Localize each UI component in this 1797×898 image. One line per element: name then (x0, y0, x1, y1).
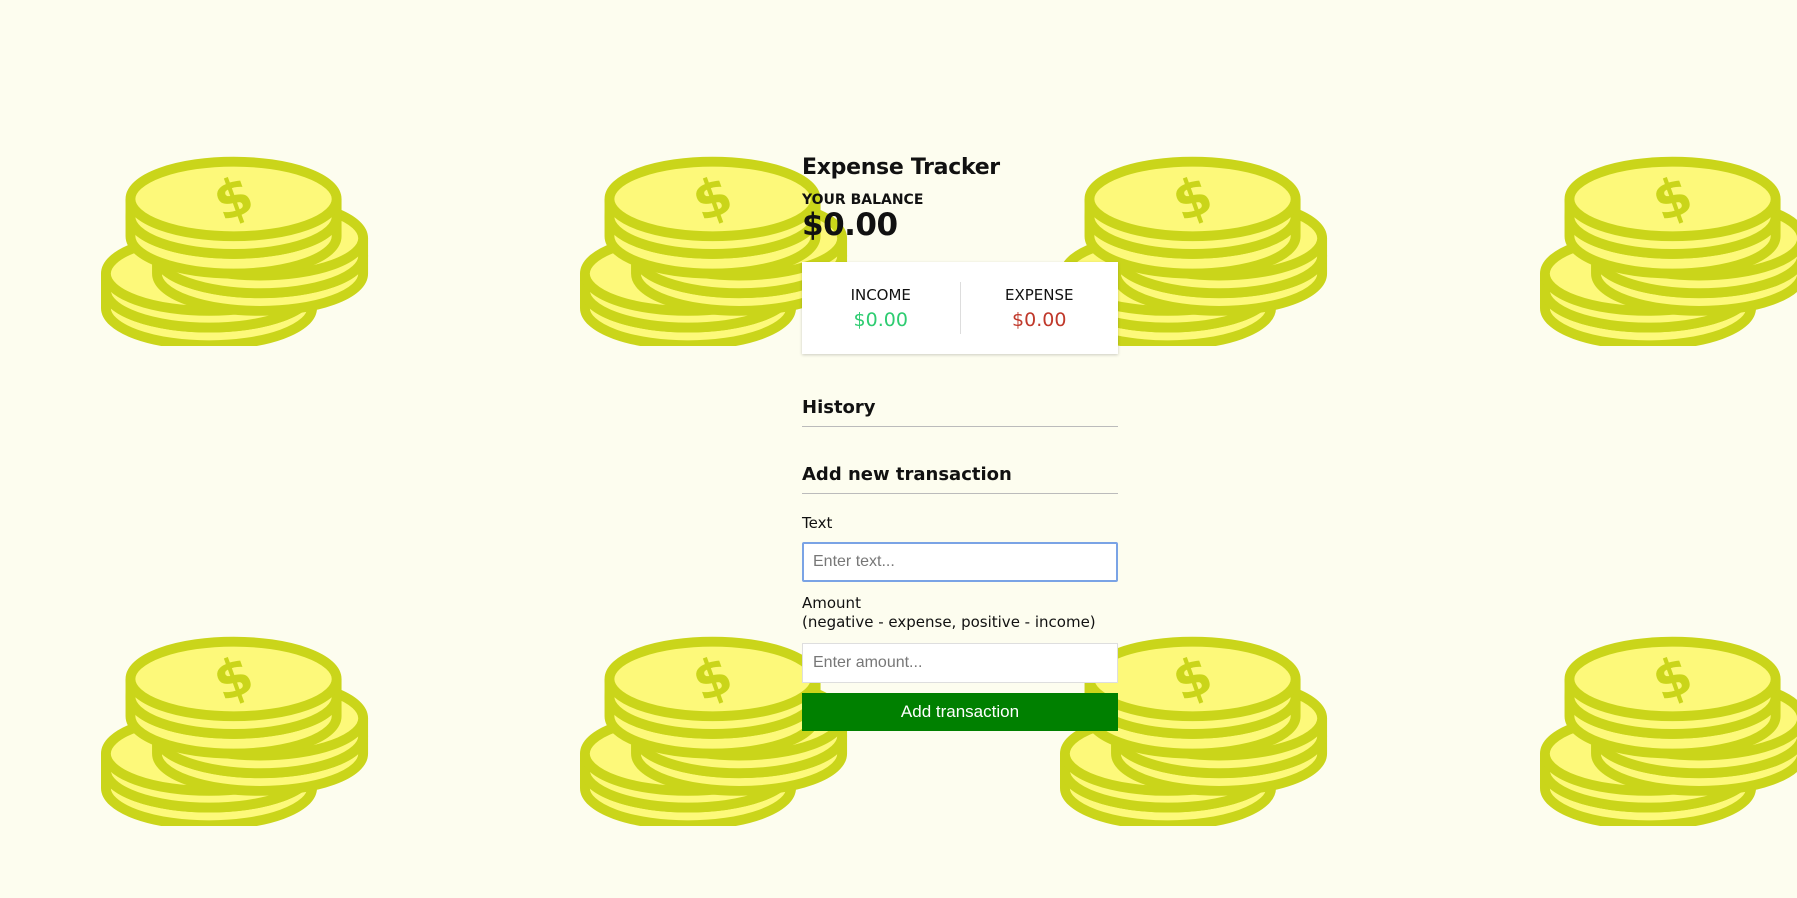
expense-tracker-app: Expense Tracker YOUR BALANCE $0.00 INCOM… (802, 150, 1118, 731)
expense-summary: EXPENSE $0.00 (961, 262, 1119, 354)
transaction-form: Text Amount (negative - expense, positiv… (802, 514, 1118, 731)
income-summary: INCOME $0.00 (802, 262, 960, 354)
coin-stack-icon (1540, 636, 1797, 826)
income-label: INCOME (850, 285, 911, 304)
income-amount: $0.00 (853, 308, 908, 331)
add-transaction-heading: Add new transaction (802, 464, 1118, 494)
amount-label: Amount (802, 594, 861, 612)
expense-amount: $0.00 (1012, 308, 1067, 331)
amount-input[interactable] (802, 643, 1118, 683)
add-transaction-button[interactable]: Add transaction (802, 693, 1118, 731)
page-title: Expense Tracker (802, 155, 1000, 180)
amount-field-label: Amount (negative - expense, positive - i… (802, 594, 1118, 632)
text-input[interactable] (802, 542, 1118, 582)
balance-amount: $0.00 (802, 207, 898, 243)
history-heading: History (802, 397, 1118, 427)
coin-stack-icon (101, 156, 371, 346)
amount-hint: (negative - expense, positive - income) (802, 613, 1096, 631)
coin-stack-icon (101, 636, 371, 826)
balance-label: YOUR BALANCE (802, 192, 924, 208)
income-expense-card: INCOME $0.00 EXPENSE $0.00 (802, 262, 1118, 354)
expense-label: EXPENSE (1005, 285, 1074, 304)
coin-stack-icon (1540, 156, 1797, 346)
text-field-label: Text (802, 514, 833, 532)
